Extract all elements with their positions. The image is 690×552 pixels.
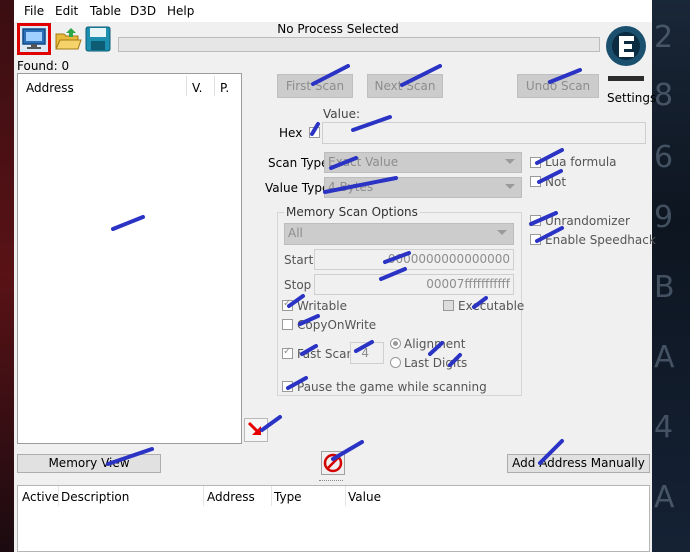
menu-help[interactable]: Help	[167, 4, 194, 18]
fast-scan-value: 4	[361, 346, 369, 360]
fast-scan-input[interactable]: 4	[350, 342, 384, 364]
value-label: Value:	[323, 107, 360, 121]
memory-region-select[interactable]: All	[284, 223, 514, 245]
column-value[interactable]: Value	[348, 490, 381, 504]
column-divider	[58, 486, 59, 506]
executable-checkbox[interactable]	[443, 300, 454, 311]
splitter-grip[interactable]	[319, 480, 343, 484]
save-button[interactable]	[84, 25, 112, 53]
add-to-list-button[interactable]	[244, 418, 268, 442]
fast-scan-checkbox[interactable]	[282, 346, 293, 359]
menu-d3d[interactable]: D3D	[130, 4, 156, 18]
column-type[interactable]: Type	[274, 490, 302, 504]
add-address-manually-button[interactable]: Add Address Manually	[507, 454, 650, 473]
value-type-select[interactable]: 4 Bytes	[324, 177, 522, 198]
pause-game-checkbox[interactable]	[282, 381, 293, 392]
found-list[interactable]: Address V. P.	[17, 73, 242, 444]
open-file-button[interactable]	[54, 26, 82, 52]
settings-label[interactable]: Settings	[607, 91, 656, 105]
no-entry-icon	[323, 453, 343, 473]
value-type-value: 4 Bytes	[328, 180, 374, 194]
memory-view-button[interactable]: Memory View	[17, 454, 161, 473]
computer-icon	[22, 28, 46, 49]
column-address[interactable]: Address	[207, 490, 255, 504]
next-scan-button[interactable]: Next Scan	[367, 74, 443, 98]
alignment-label: Alignment	[404, 337, 466, 351]
column-divider	[203, 486, 204, 506]
memory-scan-options-title: Memory Scan Options	[284, 205, 420, 219]
open-process-button[interactable]	[17, 23, 51, 55]
pause-game-label: Pause the game while scanning	[297, 380, 487, 394]
column-active[interactable]: Active	[22, 490, 59, 504]
column-previous[interactable]: P.	[220, 81, 229, 95]
stop-address-value: 00007fffffffffff	[426, 277, 510, 291]
alignment-radio[interactable]	[390, 338, 401, 349]
found-count: Found: 0	[17, 59, 70, 73]
value-input[interactable]	[322, 122, 646, 144]
speedhack-label: Enable Speedhack	[545, 233, 656, 247]
hex-checkbox[interactable]	[309, 127, 320, 138]
start-address-value: 0000000000000000	[387, 252, 510, 266]
hex-label: Hex	[279, 126, 303, 140]
column-address[interactable]: Address	[26, 81, 74, 95]
menu-edit[interactable]: Edit	[55, 4, 78, 18]
start-address-input[interactable]: 0000000000000000	[314, 249, 514, 270]
stop-address-input[interactable]: 00007fffffffffff	[314, 274, 514, 295]
not-checkbox[interactable]	[530, 176, 541, 187]
menu-file[interactable]: File	[24, 4, 44, 18]
menu-bar: File Edit Table D3D Help	[14, 0, 652, 22]
column-divider	[271, 486, 272, 506]
cheat-engine-window: File Edit Table D3D Help No Process Sele…	[14, 0, 656, 552]
clear-list-button[interactable]	[321, 451, 345, 475]
progress-bar	[118, 37, 600, 52]
writable-checkbox[interactable]	[282, 298, 293, 311]
cheat-engine-logo-icon	[606, 26, 646, 81]
column-divider	[214, 76, 215, 96]
desktop-left-edge	[0, 0, 14, 552]
undo-scan-button[interactable]: Undo Scan	[517, 74, 599, 98]
last-digits-radio[interactable]	[390, 357, 401, 368]
scan-type-value: Exact Value	[328, 155, 399, 169]
column-value[interactable]: V.	[192, 81, 202, 95]
writable-label: Writable	[297, 299, 347, 313]
arrow-down-right-icon	[247, 421, 261, 435]
memory-region-value: All	[288, 226, 303, 240]
menu-table[interactable]: Table	[90, 4, 121, 18]
save-disk-icon	[85, 26, 111, 52]
executable-label: Executable	[458, 299, 525, 313]
lua-formula-label: Lua formula	[545, 155, 617, 169]
value-type-label: Value Type	[265, 181, 330, 195]
scan-type-label: Scan Type	[268, 156, 329, 170]
unrandomizer-checkbox[interactable]	[530, 215, 541, 226]
fast-scan-label: Fast Scan	[297, 347, 355, 361]
start-label: Start	[284, 253, 314, 267]
column-divider	[345, 486, 346, 506]
stop-label: Stop	[284, 278, 312, 292]
column-description[interactable]: Description	[61, 490, 129, 504]
column-divider	[186, 76, 187, 96]
not-label: Not	[545, 175, 567, 189]
speedhack-checkbox[interactable]	[530, 234, 541, 245]
desktop-background: 286 9BA 4A	[652, 0, 690, 552]
open-folder-icon	[55, 28, 82, 50]
copyonwrite-checkbox[interactable]	[282, 319, 293, 330]
lua-formula-checkbox[interactable]	[530, 157, 541, 168]
process-title: No Process Selected	[277, 22, 399, 36]
copyonwrite-label: CopyOnWrite	[297, 318, 377, 332]
last-digits-label: Last Digits	[404, 356, 468, 370]
first-scan-button[interactable]: First Scan	[277, 74, 353, 98]
cheat-engine-logo[interactable]	[606, 22, 650, 92]
unrandomizer-label: Unrandomizer	[545, 214, 630, 228]
scan-type-select[interactable]: Exact Value	[324, 152, 522, 173]
address-table[interactable]: Active Description Address Type Value	[17, 485, 650, 552]
